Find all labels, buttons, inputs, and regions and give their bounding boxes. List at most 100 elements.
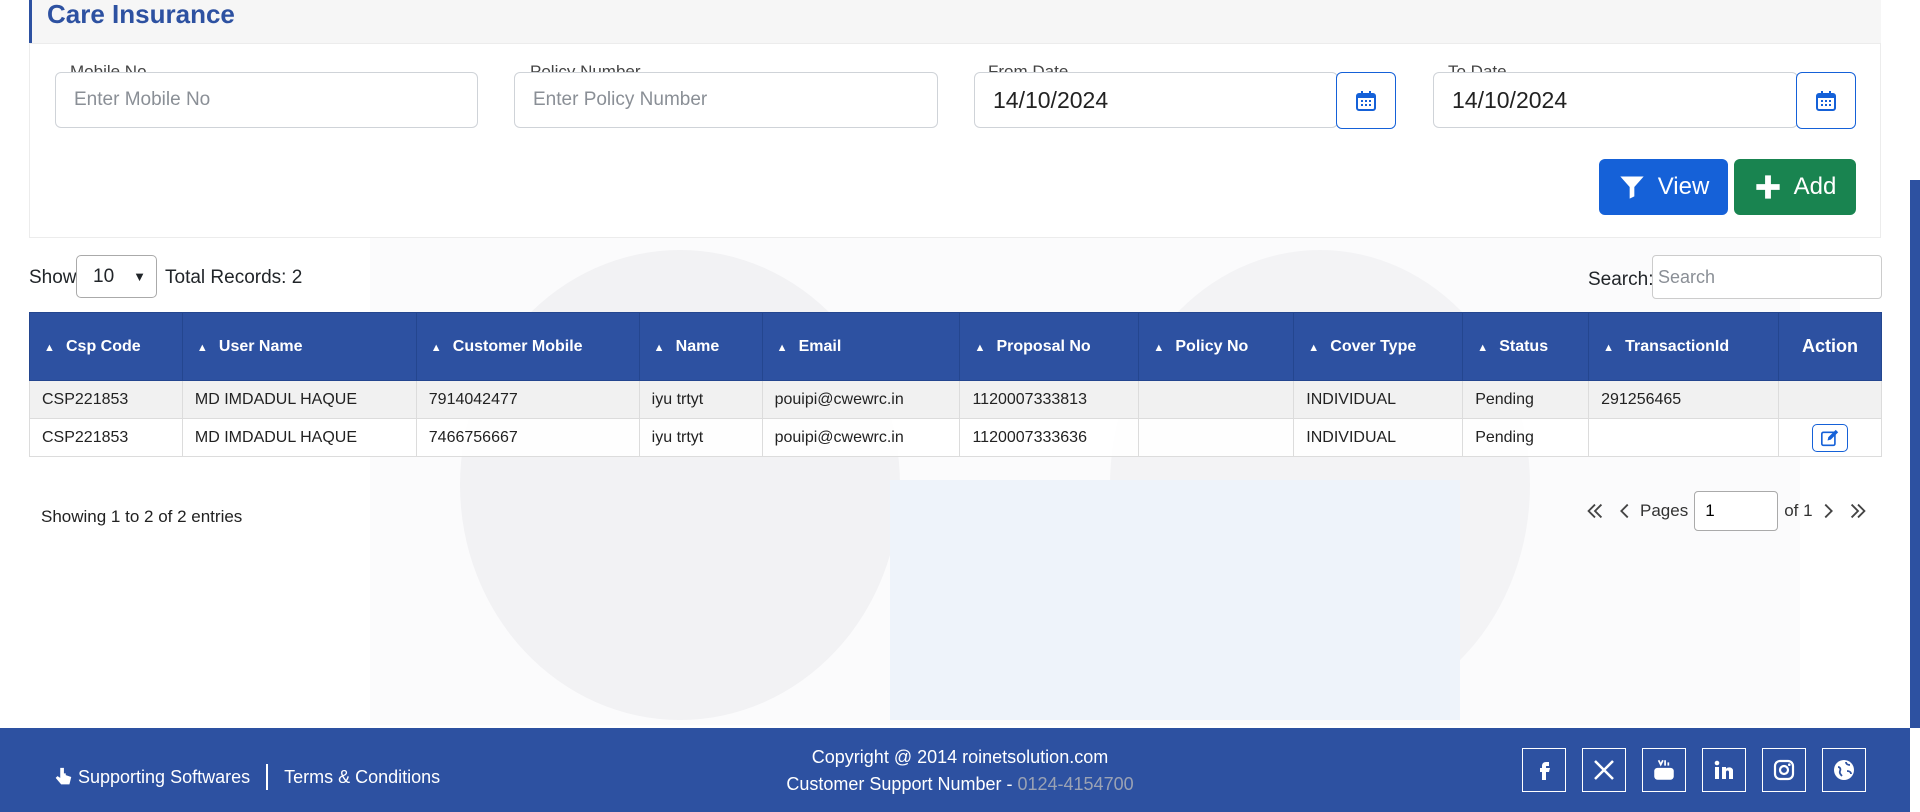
cell-action bbox=[1778, 380, 1882, 419]
first-page-icon[interactable] bbox=[1580, 496, 1610, 526]
cell-action bbox=[1778, 418, 1882, 457]
social-links bbox=[1522, 748, 1866, 792]
terms-link[interactable]: Terms & Conditions bbox=[284, 767, 440, 788]
cell-name: iyu trtyt bbox=[638, 380, 763, 419]
column-header-customer-mobile[interactable]: ▲︎ Customer Mobile bbox=[415, 312, 640, 381]
page-size-select[interactable]: 10 ▼ bbox=[76, 255, 157, 298]
cell-transaction-id bbox=[1588, 418, 1780, 457]
pagination: Pages of 1 bbox=[1580, 491, 1873, 531]
linkedin-icon[interactable] bbox=[1702, 748, 1746, 792]
search-label: Search: bbox=[1588, 269, 1654, 290]
page-title: Care Insurance bbox=[47, 0, 235, 29]
table-row: CSP221853 MD IMDADUL HAQUE 7466756667 iy… bbox=[29, 418, 1882, 457]
to-date-calendar-button[interactable] bbox=[1796, 72, 1856, 129]
sort-icon: ▲︎ bbox=[974, 341, 986, 354]
x-icon[interactable] bbox=[1582, 748, 1626, 792]
showing-entries: Showing 1 to 2 of 2 entries bbox=[41, 507, 243, 526]
page-size-value: 10 bbox=[93, 266, 115, 287]
view-button-label: View bbox=[1657, 173, 1710, 200]
cell-cover-type: INDIVIDUAL bbox=[1293, 418, 1464, 457]
column-header-name[interactable]: ▲︎ Name bbox=[638, 312, 763, 381]
cell-name: iyu trtyt bbox=[638, 418, 763, 457]
cell-user-name: MD IMDADUL HAQUE bbox=[181, 418, 417, 457]
support-label: Customer Support Number - bbox=[786, 774, 1018, 794]
edit-button[interactable] bbox=[1812, 423, 1848, 452]
calendar-icon bbox=[1356, 90, 1376, 111]
sort-icon: ▲︎ bbox=[1308, 341, 1320, 354]
sort-icon: ▲︎ bbox=[1603, 341, 1614, 354]
cell-status: Pending bbox=[1462, 380, 1590, 419]
page-number-input[interactable] bbox=[1694, 491, 1779, 531]
page-count-label: of 1 bbox=[1784, 501, 1813, 520]
footer-divider bbox=[266, 764, 269, 790]
sort-icon: ▲︎ bbox=[196, 341, 208, 354]
youtube-icon[interactable] bbox=[1642, 748, 1686, 792]
from-date-input[interactable] bbox=[974, 72, 1338, 128]
edit-icon bbox=[1821, 429, 1839, 446]
view-button[interactable]: View bbox=[1599, 159, 1728, 215]
sort-icon: ▲︎ bbox=[1153, 341, 1165, 354]
total-records: Total Records: 2 bbox=[165, 267, 303, 288]
column-header-cover-type[interactable]: ▲︎ Cover Type bbox=[1293, 312, 1464, 381]
cell-csp-code: CSP221853 bbox=[29, 380, 183, 419]
last-page-icon[interactable] bbox=[1843, 496, 1873, 526]
facebook-icon[interactable] bbox=[1522, 748, 1566, 792]
column-header-transaction-id[interactable]: ▲︎ TransactionId bbox=[1588, 312, 1780, 381]
cell-customer-mobile: 7914042477 bbox=[415, 380, 640, 419]
globe-icon[interactable] bbox=[1822, 748, 1866, 792]
sort-icon: ▲︎ bbox=[430, 341, 442, 354]
calendar-icon bbox=[1816, 90, 1836, 111]
from-date-calendar-button[interactable] bbox=[1336, 72, 1396, 129]
supporting-softwares-link[interactable]: Supporting Softwares bbox=[78, 767, 250, 788]
previous-page-icon[interactable] bbox=[1610, 496, 1640, 526]
cell-transaction-id: 291256465 bbox=[1588, 380, 1780, 419]
search-input[interactable] bbox=[1652, 255, 1882, 299]
plus-icon bbox=[1755, 175, 1780, 199]
footer-info: Copyright @ 2014 roinetsolution.com Cust… bbox=[680, 744, 1240, 798]
cell-policy-no bbox=[1138, 418, 1295, 457]
to-date-input[interactable] bbox=[1433, 72, 1798, 128]
column-header-status[interactable]: ▲︎ Status bbox=[1462, 312, 1590, 381]
copyright-text: Copyright @ 2014 roinetsolution.com bbox=[811, 747, 1109, 767]
show-label: Show bbox=[29, 267, 77, 288]
cell-customer-mobile: 7466756667 bbox=[415, 418, 640, 457]
column-header-csp-code[interactable]: ▲︎ Csp Code bbox=[29, 312, 183, 381]
cell-proposal-no: 1120007333636 bbox=[959, 418, 1140, 457]
sort-icon: ▲︎ bbox=[776, 341, 788, 354]
add-button[interactable]: Add bbox=[1734, 159, 1856, 215]
column-header-proposal-no[interactable]: ▲︎ Proposal No bbox=[959, 312, 1140, 381]
records-table: ▲︎ Csp Code ▲︎ User Name ▲︎ Customer Mobile… bbox=[29, 312, 1882, 457]
cell-policy-no bbox=[1138, 380, 1295, 419]
vertical-scrollbar[interactable] bbox=[1910, 0, 1920, 812]
support-number: 0124-4154700 bbox=[1017, 774, 1134, 794]
scrollbar-thumb[interactable] bbox=[1910, 180, 1920, 728]
cell-status: Pending bbox=[1462, 418, 1590, 457]
cell-csp-code: CSP221853 bbox=[29, 418, 183, 457]
next-page-icon[interactable] bbox=[1813, 496, 1843, 526]
column-header-email[interactable]: ▲︎ Email bbox=[761, 312, 961, 381]
mobile-input[interactable] bbox=[55, 72, 478, 128]
column-header-policy-no[interactable]: ▲︎ Policy No bbox=[1138, 312, 1295, 381]
support-line: Customer Support Number - 0124-4154700 bbox=[680, 771, 1240, 798]
sort-icon: ▲︎ bbox=[653, 341, 665, 354]
column-header-user-name[interactable]: ▲︎ User Name bbox=[181, 312, 417, 381]
background-shape bbox=[890, 480, 1460, 720]
footer-links: Supporting Softwares Terms & Conditions bbox=[52, 764, 440, 790]
cell-email: pouipi@cwewrc.in bbox=[761, 418, 961, 457]
cell-cover-type: INDIVIDUAL bbox=[1293, 380, 1464, 419]
add-button-label: Add bbox=[1793, 173, 1837, 200]
panel-header: Care Insurance bbox=[29, 0, 1881, 43]
sort-icon: ▲︎ bbox=[1477, 341, 1489, 354]
table-header-row: ▲︎ Csp Code ▲︎ User Name ▲︎ Customer Mobile… bbox=[29, 312, 1882, 381]
chevron-down-icon: ▼ bbox=[133, 269, 146, 284]
sort-icon: ▲︎ bbox=[44, 341, 55, 354]
instagram-icon[interactable] bbox=[1762, 748, 1806, 792]
filter-icon bbox=[1620, 176, 1644, 199]
cell-email: pouipi@cwewrc.in bbox=[761, 380, 961, 419]
policy-number-input[interactable] bbox=[514, 72, 938, 128]
cell-user-name: MD IMDADUL HAQUE bbox=[181, 380, 417, 419]
table-row: CSP221853 MD IMDADUL HAQUE 7914042477 iy… bbox=[29, 380, 1882, 419]
cell-proposal-no: 1120007333813 bbox=[959, 380, 1140, 419]
pages-label: Pages bbox=[1640, 501, 1689, 520]
column-header-action: Action bbox=[1778, 312, 1882, 381]
